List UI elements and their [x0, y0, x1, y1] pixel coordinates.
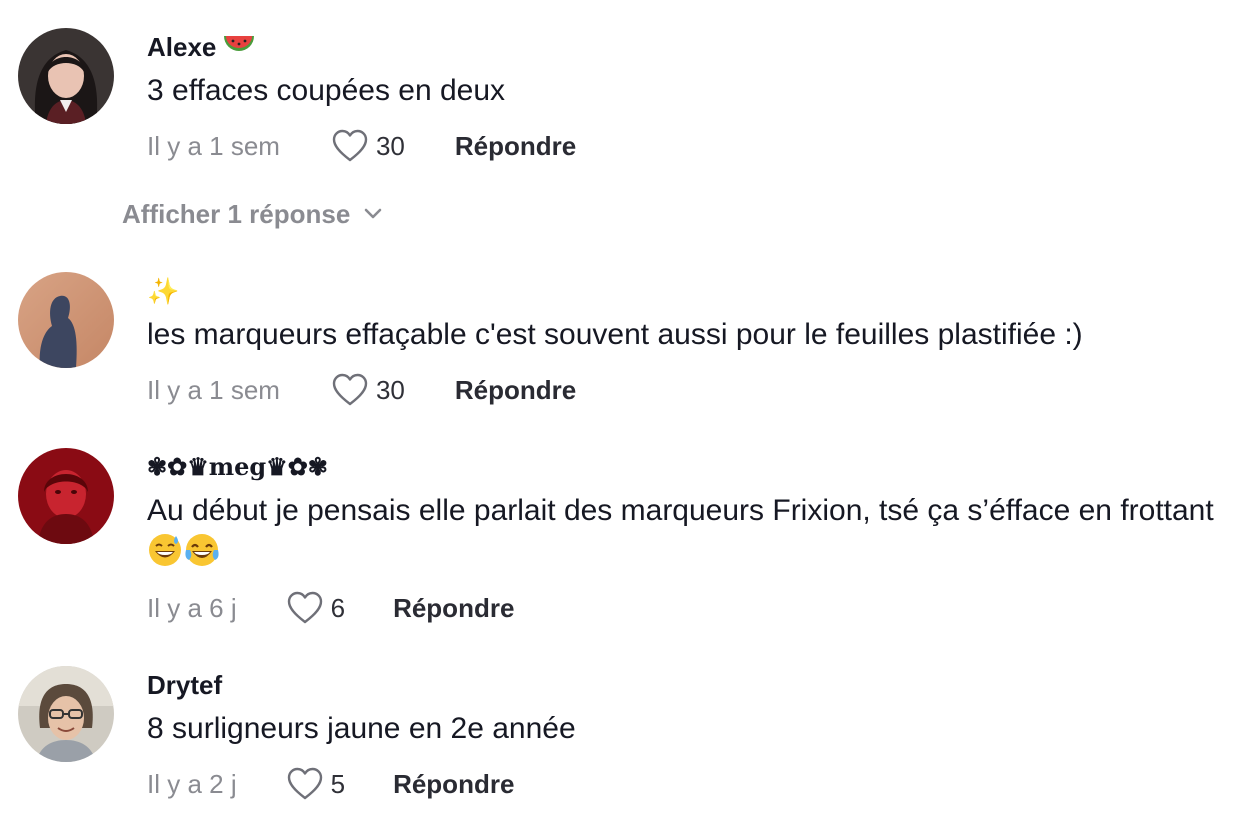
- comment-username[interactable]: ✨: [147, 276, 179, 306]
- comment-meta: Il y a 6 j 6 Répondre: [147, 590, 514, 626]
- grinning-sweat-emoji: [147, 534, 183, 569]
- avatar[interactable]: [18, 28, 114, 124]
- view-replies-button[interactable]: Afficher 1 réponse: [122, 196, 382, 232]
- comment-time: Il y a 2 j: [147, 768, 237, 799]
- chevron-down-icon: [350, 208, 382, 220]
- heart-icon: [287, 767, 323, 801]
- comment-text: 3 effaces coupées en deux: [147, 74, 506, 107]
- reply-button[interactable]: Répondre: [393, 593, 514, 624]
- heart-icon: [287, 591, 323, 625]
- watermelon-emoji: [222, 32, 256, 66]
- like-count: 6: [330, 592, 346, 623]
- like-count: 5: [330, 768, 346, 799]
- like-count: 30: [375, 130, 405, 161]
- reply-button[interactable]: Répondre: [455, 131, 576, 162]
- comment-username[interactable]: Alexe: [147, 32, 256, 66]
- comment-time: Il y a 1 sem: [147, 374, 280, 405]
- comment-time: Il y a 1 sem: [147, 130, 280, 161]
- like-button[interactable]: 30: [332, 129, 405, 163]
- like-button[interactable]: 5: [287, 767, 345, 801]
- comment-username[interactable]: ✾✿♛𝐦𝐞𝐠♛✿✾: [147, 452, 328, 482]
- comment-time: Il y a 6 j: [147, 592, 237, 623]
- reply-button[interactable]: Répondre: [455, 375, 576, 406]
- comment-meta: Il y a 1 sem 30 Répondre: [147, 372, 576, 408]
- like-button[interactable]: 6: [287, 591, 345, 625]
- tears-of-joy-emoji: [183, 534, 221, 569]
- avatar[interactable]: [18, 272, 114, 368]
- comment-text: 8 surligneurs jaune en 2e année: [147, 712, 576, 745]
- like-button[interactable]: 30: [332, 373, 405, 407]
- reply-button[interactable]: Répondre: [393, 769, 514, 800]
- avatar[interactable]: [18, 448, 114, 544]
- heart-icon: [332, 129, 368, 163]
- comment-text: Au début je pensais elle parlait des mar…: [147, 490, 1237, 574]
- avatar[interactable]: [18, 666, 114, 762]
- heart-icon: [332, 373, 368, 407]
- comment-meta: Il y a 1 sem 30 Répondre: [147, 128, 576, 164]
- comment-text: les marqueurs effaçable c'est souvent au…: [147, 318, 1083, 351]
- comment-meta: Il y a 2 j 5 Répondre: [147, 766, 514, 802]
- comment-username[interactable]: Drytef: [147, 670, 222, 700]
- like-count: 30: [375, 374, 405, 405]
